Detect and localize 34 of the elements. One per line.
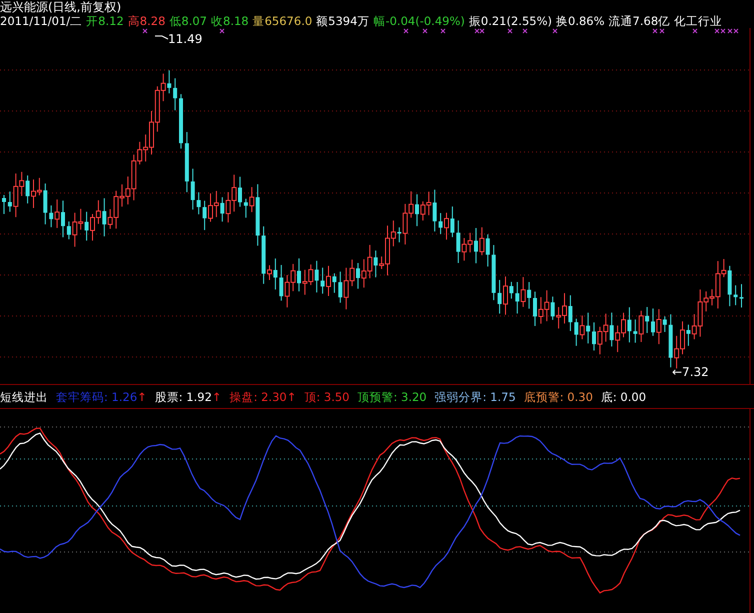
- indicator-legend: 顶预警: 3.20: [357, 390, 427, 404]
- candlestick: [734, 284, 738, 306]
- quote-field: 量65676.0: [252, 14, 312, 28]
- candlestick: [492, 244, 496, 301]
- quote-field: 幅-0.04(-0.49%): [373, 14, 465, 28]
- indicator-legend: 底预警: 0.30: [524, 390, 593, 404]
- indicator-legend: 套牢筹码: 1.26↑: [56, 390, 147, 404]
- stock-title: 远兴能源(日线,前复权): [0, 0, 122, 14]
- candlestick: [173, 78, 178, 111]
- candlestick: [196, 192, 201, 215]
- quote-field: 额5394万: [316, 14, 370, 28]
- leader-line: [154, 36, 168, 40]
- quote-field: 低8.07: [169, 14, 207, 28]
- indicator-legend: 股票: 1.92↑: [154, 390, 222, 404]
- indicator-legend: 顶: 3.50: [304, 390, 350, 404]
- candlestick: [190, 168, 195, 210]
- candlestick: [179, 94, 183, 150]
- quote-field: 收8.18: [211, 14, 249, 28]
- quote-field: 换0.86%: [556, 14, 605, 28]
- quote-field: 2011/11/01/二: [0, 14, 82, 28]
- quote-field: 高8.28: [128, 14, 166, 28]
- high-price-label: 11.49: [168, 32, 202, 46]
- quote-field: 振0.21(2.55%): [468, 14, 552, 28]
- low-price-label: ←7.32: [672, 365, 709, 379]
- candlestick: [2, 194, 6, 214]
- indicator-legend: 操盘: 2.30↑: [230, 390, 296, 404]
- quote-field: 化工行业: [674, 14, 722, 28]
- indicator-legend: 底: 0.00: [600, 390, 646, 404]
- candlestick: [184, 132, 189, 193]
- quote-field: 流通7.68亿: [608, 14, 670, 28]
- indicator-legend: 短线进出: [0, 390, 48, 404]
- quote-field: 开8.12: [86, 14, 124, 28]
- indicator-legend: 强弱分界: 1.75: [434, 390, 516, 404]
- candlestick: [740, 284, 744, 308]
